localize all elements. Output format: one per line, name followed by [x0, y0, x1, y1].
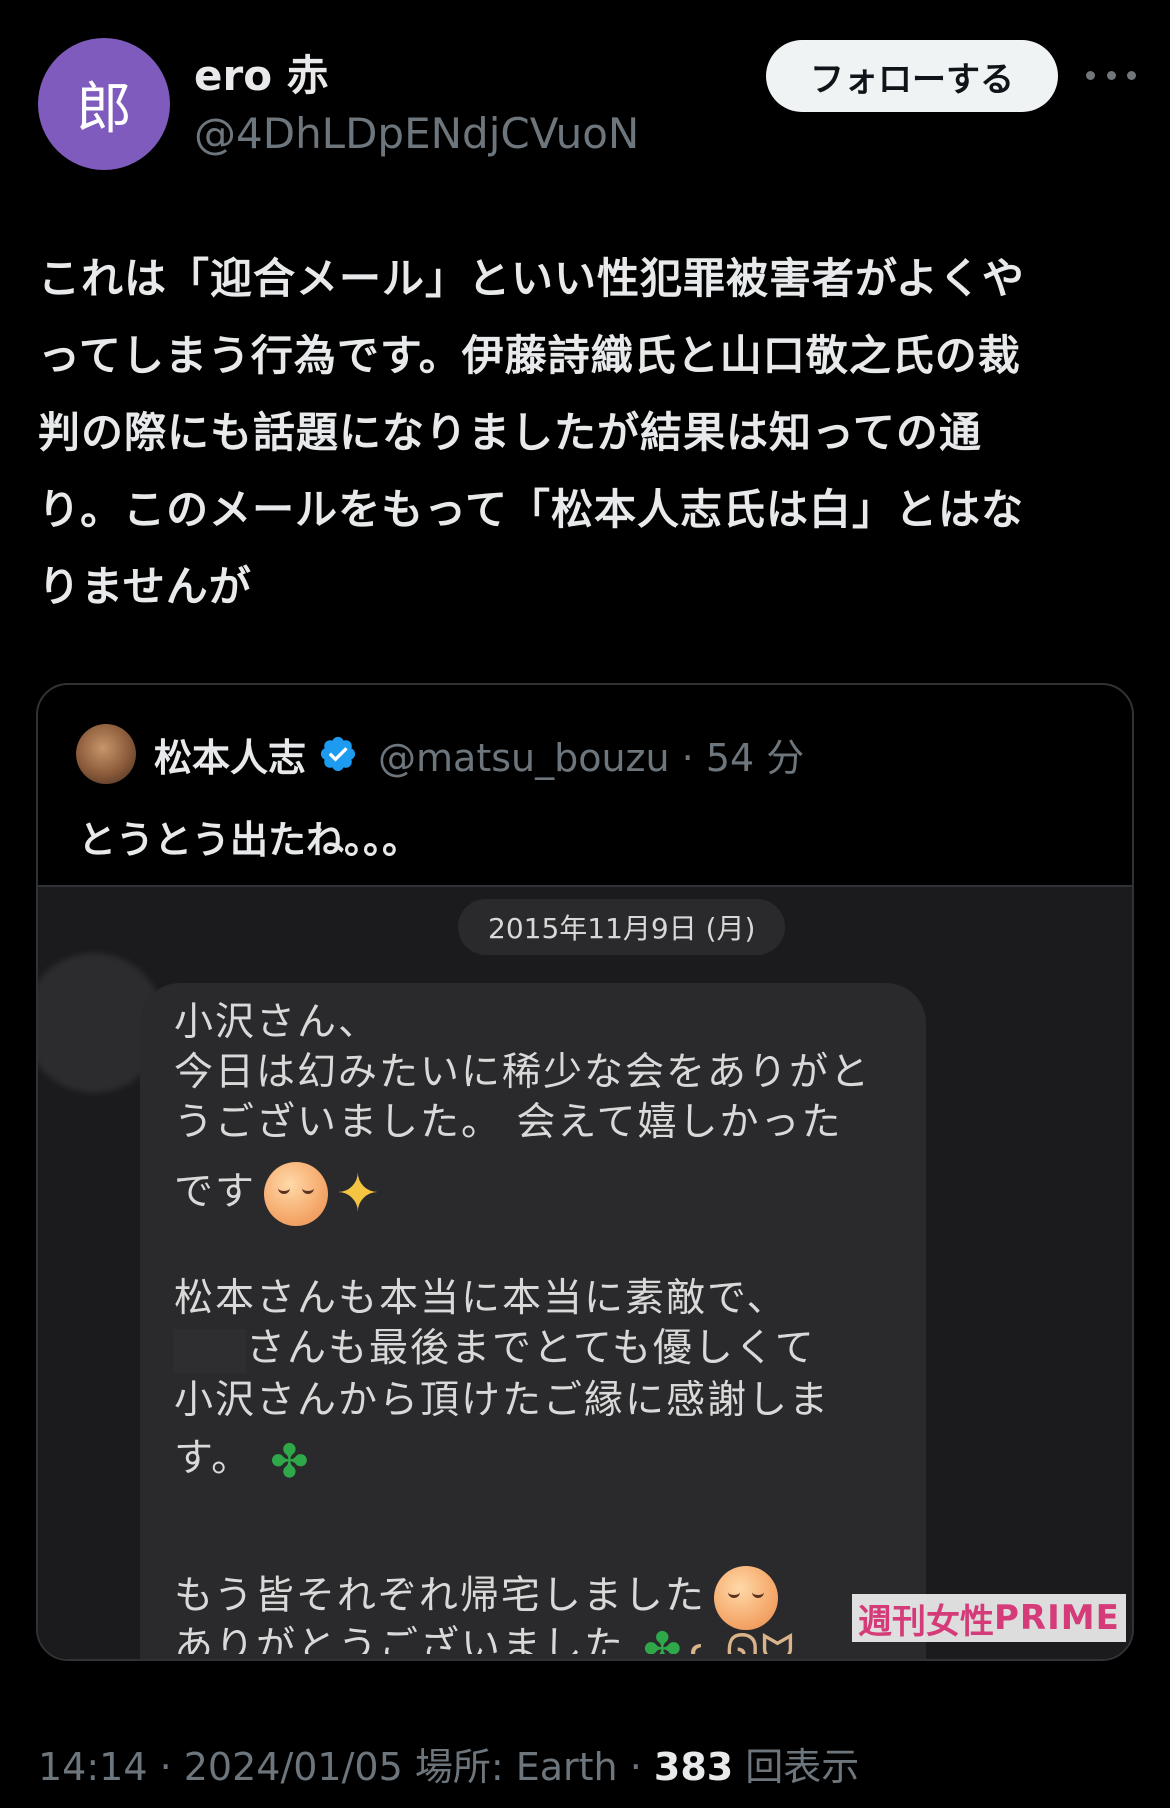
- chat-line-text: です: [174, 1169, 257, 1215]
- chat-line: 小沢さん、: [174, 1000, 380, 1045]
- tweet-meta: 14:14 · 2024/01/05 場所: Earth · 383 回表示: [38, 1736, 859, 1791]
- quoted-author-name[interactable]: 松本人志: [154, 727, 306, 782]
- watermark-text: 週刊女性: [858, 1601, 994, 1642]
- tweet-line: りませんが: [38, 562, 252, 611]
- smiling-face-icon: [713, 1566, 778, 1630]
- chat-line-text: ありがとうございました: [174, 1624, 626, 1654]
- tweet-line: これは「迎合メール」といい性犯罪被害者がよくや: [38, 254, 1025, 303]
- chat-line-text: さんも最後までとても優しくて: [246, 1326, 816, 1371]
- tweet-line: ってしまう行為です。伊藤詩織氏と山口敬之氏の裁: [38, 331, 1021, 380]
- quoted-tweet-header: 松本人志 @matsu_bouzu · 54 分: [76, 723, 804, 785]
- chat-line-with-emoji: もう皆それぞれ帰宅しました: [174, 1566, 874, 1630]
- tweet-header: 郎 ero 赤 @4DhLDpENdjCVuoN フォローする: [38, 38, 1138, 172]
- more-options-icon[interactable]: [1086, 60, 1136, 90]
- chat-line: 今日は幻みたいに稀少な会をありがと: [174, 1050, 872, 1095]
- chat-date-pill: 2015年11月9日 (月): [458, 899, 786, 955]
- watermark: 週刊女性 PRIME: [852, 1594, 1126, 1642]
- tweet-text: これは「迎合メール」といい性犯罪被害者がよくや ってしまう行為です。伊藤詩織氏と…: [38, 240, 1138, 625]
- cat-icon: ᓚᘏᗢ: [689, 1625, 797, 1655]
- views-count: 383: [653, 1745, 734, 1789]
- quoted-tweet-text: とうとう出たね。。。: [78, 818, 421, 862]
- follow-button[interactable]: フォローする: [766, 40, 1058, 112]
- quoted-author-handle-time[interactable]: @matsu_bouzu · 54 分: [378, 727, 804, 782]
- timestamp-location[interactable]: 14:14 · 2024/01/05 場所: Earth ·: [38, 1745, 654, 1789]
- watermark-brand: PRIME: [994, 1598, 1120, 1638]
- author-avatar[interactable]: 郎: [38, 38, 170, 170]
- chat-line-with-emoji: す。 ✤: [174, 1436, 874, 1484]
- redacted-name: [174, 1328, 246, 1373]
- four-leaf-clover-icon: ✤: [270, 1433, 311, 1488]
- chat-line-text: もう皆それぞれ帰宅しました: [174, 1573, 706, 1619]
- chat-line-cut: ありがとうございました ✤ ᓚᘏᗢ: [174, 1624, 874, 1654]
- author-names: ero 赤 @4DhLDpENdjCVuoN: [194, 48, 639, 162]
- chat-line-with-redaction: さんも最後までとても優しくて: [174, 1326, 874, 1373]
- chat-line: うございました。 会えて嬉しかった: [174, 1100, 843, 1145]
- tweet-line: り。このメールをもって「松本人志氏は白」とはな: [38, 485, 1025, 534]
- chat-line: 松本さんも本当に本当に素敵で、: [174, 1276, 788, 1321]
- sparkles-icon: ✦: [336, 1164, 382, 1224]
- quoted-author-avatar[interactable]: [76, 724, 136, 784]
- chat-line: 小沢さんから頂けたご縁に感謝しま: [174, 1378, 831, 1423]
- chat-line-text: す。: [174, 1436, 253, 1481]
- smiling-face-icon: [264, 1162, 329, 1226]
- four-leaf-clover-icon: ✤: [643, 1624, 684, 1655]
- chat-line-with-emoji: です ✦: [174, 1162, 874, 1226]
- author-handle[interactable]: @4DhLDpENdjCVuoN: [194, 106, 639, 162]
- views-label: 回表示: [733, 1745, 860, 1789]
- verified-badge-icon: [320, 736, 356, 772]
- author-display-name[interactable]: ero 赤: [194, 48, 639, 104]
- tweet-line: 判の際にも話題になりましたが結果は知っての通: [38, 408, 982, 457]
